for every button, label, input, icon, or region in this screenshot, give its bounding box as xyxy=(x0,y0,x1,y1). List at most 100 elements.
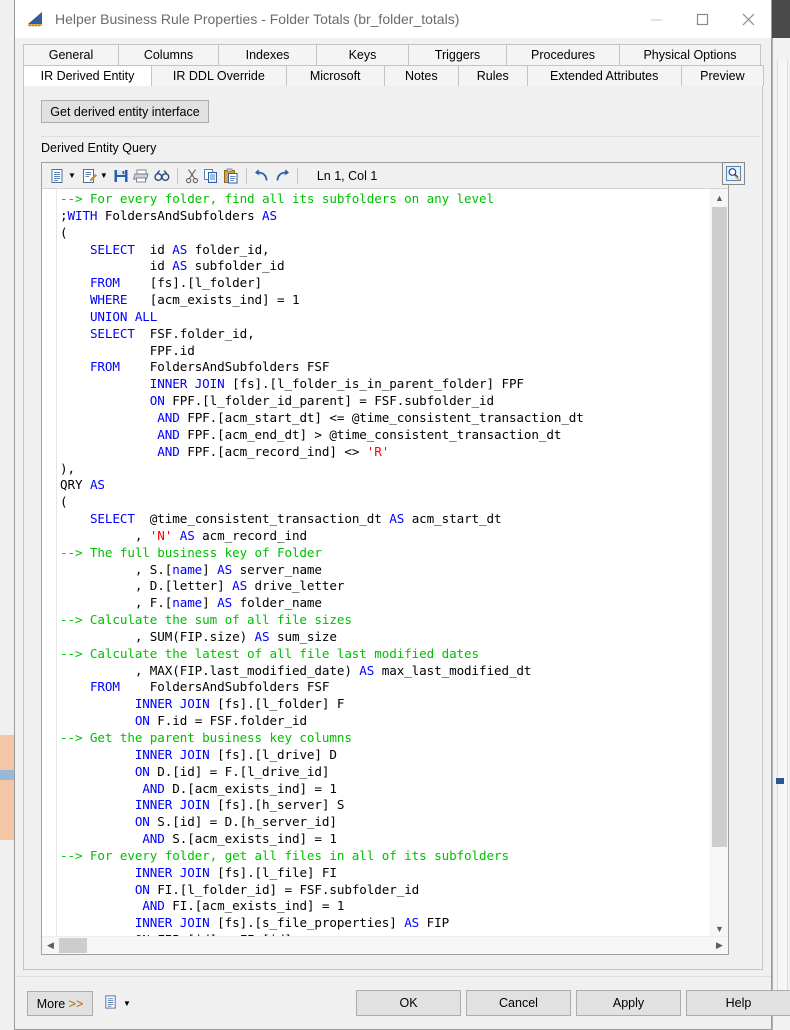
code-token: id xyxy=(134,241,173,257)
undo-icon[interactable] xyxy=(252,165,272,187)
scroll-up-arrow-icon[interactable]: ▲ xyxy=(711,189,728,206)
panel-divider xyxy=(41,136,759,137)
code-token: --> Calculate the sum of all file sizes xyxy=(60,612,352,628)
editor-horizontal-scrollbar[interactable]: ◀ ▶ xyxy=(42,936,728,954)
editor-vertical-scrollbar[interactable]: ▲ ▼ xyxy=(710,189,728,937)
code-token: FIP xyxy=(419,915,450,931)
code-token: FPF.[acm_record_ind] <> xyxy=(179,443,367,459)
close-button[interactable] xyxy=(725,0,771,38)
code-token: --> Get the parent business key columns xyxy=(60,730,352,745)
code-line: ( xyxy=(60,225,706,242)
tab-ir-derived-entity[interactable]: IR Derived Entity xyxy=(23,65,152,86)
sql-source-code[interactable]: --> For every folder, find all its subfo… xyxy=(60,191,706,936)
tab-columns[interactable]: Columns xyxy=(118,44,219,65)
footer-menu-group: ▼ xyxy=(103,994,134,1013)
more-button-chevrons: >> xyxy=(68,996,84,1011)
ok-button[interactable]: OK xyxy=(356,990,461,1016)
code-line: INNER JOIN [fs].[s_file_properties] AS F… xyxy=(60,915,706,932)
code-line: INNER JOIN [fs].[l_folder] F xyxy=(60,696,706,713)
code-token: AS xyxy=(232,578,248,594)
code-token: ON xyxy=(134,763,150,779)
tab-physical-options[interactable]: Physical Options xyxy=(619,44,761,65)
code-token: AND xyxy=(157,426,180,442)
tab-microsoft[interactable]: Microsoft xyxy=(285,65,385,86)
code-token: name xyxy=(172,595,203,611)
tab-rules[interactable]: Rules xyxy=(457,65,528,86)
tab-indexes[interactable]: Indexes xyxy=(218,44,317,65)
tab-triggers[interactable]: Triggers xyxy=(408,44,507,65)
tab-label: Extended Attributes xyxy=(549,69,659,83)
edit-document-chevron-down-icon[interactable]: ▼ xyxy=(100,171,108,180)
code-token: FoldersAndSubfolders FSF xyxy=(119,679,330,695)
tab-label: Keys xyxy=(348,48,377,62)
code-token: , MAX(FIP.last_modified_date) xyxy=(60,662,360,678)
tab-extended-attributes[interactable]: Extended Attributes xyxy=(526,65,682,86)
tab-strip: General Columns Indexes Keys Triggers Pr… xyxy=(15,38,771,86)
footer-chevron-down-icon[interactable]: ▼ xyxy=(123,999,131,1008)
document-options-icon[interactable] xyxy=(103,994,118,1013)
background-window-left[interactable] xyxy=(0,0,15,1030)
code-token: FPF.[l_folder_id_parent] = FSF.subfolder… xyxy=(164,393,494,409)
scroll-down-arrow-icon[interactable]: ▼ xyxy=(711,920,728,937)
redo-icon[interactable] xyxy=(272,165,292,187)
preview-query-button[interactable] xyxy=(722,162,745,185)
code-token: AS xyxy=(217,561,233,577)
code-token: S.[acm_exists_ind] = 1 xyxy=(164,831,337,847)
scroll-right-arrow-icon[interactable]: ▶ xyxy=(711,940,728,951)
editor-toolbar: ▼ ▼ Ln 1, Col 1 xyxy=(42,163,728,189)
print-icon[interactable] xyxy=(131,165,152,187)
code-token: [fs].[s_file_properties] xyxy=(209,915,405,931)
code-line: AND S.[acm_exists_ind] = 1 xyxy=(60,831,706,848)
new-document-chevron-down-icon[interactable]: ▼ xyxy=(68,171,76,180)
get-derived-entity-interface-button[interactable]: Get derived entity interface xyxy=(41,100,209,123)
background-window-scrollbar[interactable] xyxy=(777,60,788,990)
tab-label: Rules xyxy=(476,69,509,83)
code-token: id xyxy=(60,258,173,274)
tab-notes[interactable]: Notes xyxy=(383,65,459,86)
code-token: 'R' xyxy=(366,443,390,459)
copy-icon[interactable] xyxy=(201,165,221,187)
code-token: , F.[ xyxy=(60,595,173,611)
edit-document-icon[interactable] xyxy=(79,165,99,187)
toolbar-separator-3 xyxy=(296,167,298,184)
tab-procedures[interactable]: Procedures xyxy=(506,44,620,65)
code-line: ;WITH FoldersAndSubfolders AS xyxy=(60,208,706,225)
code-token: AS xyxy=(254,628,270,644)
code-token: AND xyxy=(142,831,165,847)
more-button[interactable]: More >> xyxy=(27,991,93,1016)
code-token: FROM xyxy=(89,679,120,695)
code-line: AND D.[acm_exists_ind] = 1 xyxy=(60,781,706,798)
tab-ir-ddl-override[interactable]: IR DDL Override xyxy=(150,65,287,86)
code-token: SELECT xyxy=(89,241,135,257)
code-line: id AS subfolder_id xyxy=(60,258,706,275)
paste-icon[interactable] xyxy=(221,165,241,187)
new-document-icon[interactable] xyxy=(47,165,67,187)
help-button[interactable]: Help xyxy=(686,990,790,1016)
code-token: INNER JOIN xyxy=(134,696,210,712)
code-area[interactable]: --> For every folder, find all its subfo… xyxy=(42,189,728,954)
horizontal-scrollbar-thumb[interactable] xyxy=(59,938,87,953)
code-token: AS xyxy=(89,477,105,493)
cancel-button[interactable]: Cancel xyxy=(466,990,571,1016)
save-icon[interactable] xyxy=(111,165,131,187)
minimize-button[interactable] xyxy=(633,0,679,38)
maximize-button[interactable] xyxy=(679,0,725,38)
code-line: INNER JOIN [fs].[h_server] S xyxy=(60,797,706,814)
vertical-scrollbar-thumb[interactable] xyxy=(712,207,727,847)
tab-keys[interactable]: Keys xyxy=(316,44,409,65)
code-token: [fs].[h_server] S xyxy=(209,797,345,813)
query-editor: ▼ ▼ Ln 1, Col 1 --> For every folder, fi… xyxy=(41,162,729,955)
scroll-left-arrow-icon[interactable]: ◀ xyxy=(42,940,59,951)
code-token: --> Calculate the latest of all file las… xyxy=(60,645,479,661)
apply-button[interactable]: Apply xyxy=(576,990,681,1016)
tab-preview[interactable]: Preview xyxy=(680,65,764,86)
tab-general[interactable]: General xyxy=(23,44,119,65)
code-token: AND xyxy=(157,409,180,425)
find-icon[interactable] xyxy=(152,165,172,187)
cut-icon[interactable] xyxy=(183,165,201,187)
